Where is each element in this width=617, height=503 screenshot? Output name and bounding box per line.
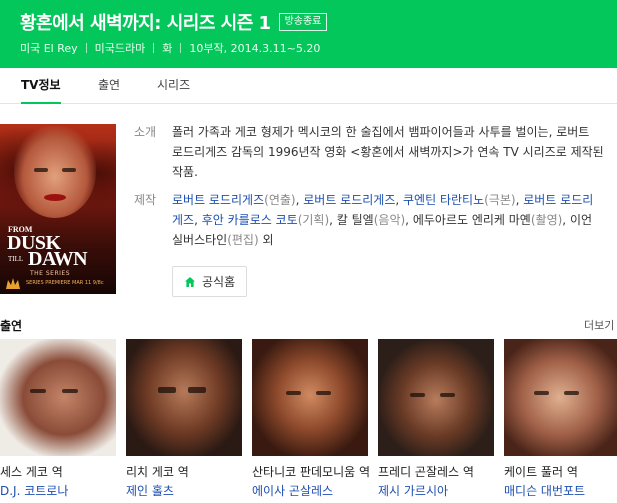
production-separator: 외: [258, 233, 274, 247]
cast-actor-link[interactable]: 에이사 곤살레스: [252, 482, 333, 499]
cast-photo-eye: [158, 387, 176, 393]
poster-till-text: TILL: [8, 255, 24, 263]
page-title[interactable]: 황혼에서 새벽까지: 시리즈 시즌 1: [20, 9, 271, 35]
meta-day: 화: [162, 42, 173, 55]
cast-photo[interactable]: [0, 339, 116, 456]
poster-premiere-text: SERIES PREMIERE MAR 11 9/8c: [26, 280, 104, 286]
poster-dawn-text: DAWN: [28, 248, 88, 270]
production-credit: 로버트 로드리게즈,: [303, 193, 403, 207]
synopsis-label: 소개: [134, 125, 157, 139]
production-separator: ,: [194, 213, 202, 227]
production-separator: ,: [329, 213, 337, 227]
cast-role: 세스 게코 역: [0, 465, 63, 479]
production-person: 에두아르도 엔리케 마옌: [412, 213, 531, 227]
synopsis-text: 폴러 가족과 게코 형제가 멕시코의 한 술집에서 뱀파이어들과 사투를 벌이는…: [172, 125, 604, 179]
cast-photo-eye: [188, 387, 206, 393]
meta-divider: [180, 43, 182, 53]
cast-photo[interactable]: [504, 339, 617, 456]
tab-tv-info[interactable]: TV정보: [21, 68, 61, 104]
poster-lips: [44, 194, 66, 201]
cast-actor-link[interactable]: 제인 홀츠: [126, 482, 174, 499]
cast-section-title: 출연: [0, 319, 23, 333]
cast-photo-eye: [62, 389, 78, 393]
cast-actor-link[interactable]: 제시 가르시아: [378, 482, 448, 499]
cast-photo-eye: [534, 391, 549, 395]
more-link[interactable]: 더보기: [584, 317, 614, 333]
cast-card[interactable]: 산타니코 판데모니움 역 에이사 곤살레스: [252, 339, 370, 503]
cast-actor-link[interactable]: 매디슨 대번포트: [504, 482, 585, 499]
cast-photo-eye: [30, 389, 46, 393]
production-person-link[interactable]: 로버트 로드리게즈: [172, 193, 264, 207]
poster-eye: [34, 168, 48, 172]
poster-image[interactable]: FROM DUSK TILL DAWN THE SERIES SERIES PR…: [0, 124, 116, 294]
official-home-label: 공식홈: [202, 275, 236, 289]
production-role: (기획): [297, 213, 330, 227]
title-row: 황혼에서 새벽까지: 시리즈 시즌 1 방송종료: [20, 9, 328, 35]
production-role: (음악): [373, 213, 406, 227]
production-list: 로버트 로드리게즈(연출), 로버트 로드리게즈, 쿠엔틴 타란티노(극본), …: [172, 190, 604, 250]
production-credit: 쿠엔틴 타란티노(극본),: [403, 193, 523, 207]
cast-photo-eye: [286, 391, 301, 395]
cast-role: 리치 게코 역: [126, 465, 189, 479]
info-section: 소개 폴러 가족과 게코 형제가 멕시코의 한 술집에서 뱀파이어들과 사투를 …: [134, 122, 604, 250]
production-person-link[interactable]: 후안 카를로스 코토: [202, 213, 298, 227]
cast-photo[interactable]: [126, 339, 242, 456]
cast-actor-link[interactable]: D.J. 코트로나: [0, 482, 68, 499]
cast-card[interactable]: 세스 게코 역 D.J. 코트로나: [0, 339, 116, 503]
header: 황혼에서 새벽까지: 시리즈 시즌 1 방송종료 미국 El Rey 미국드라마…: [0, 0, 617, 68]
meta-divider: [153, 43, 155, 53]
production-person-link[interactable]: 쿠엔틴 타란티노: [403, 193, 484, 207]
meta-row: 미국 El Rey 미국드라마 화 10부작, 2014.3.11~5.20: [20, 40, 320, 56]
cast-card[interactable]: 프레디 곤잘레스 역 제시 가르시아: [378, 339, 494, 503]
production-credit: 후안 카를로스 코토(기획),: [202, 213, 337, 227]
cast-photo-eye: [564, 391, 579, 395]
production-credit: 칼 틸엘(음악),: [337, 213, 413, 227]
cast-role: 프레디 곤잘레스 역: [378, 465, 474, 479]
production-role: (편집): [227, 233, 259, 247]
meta-episodes: 10부작, 2014.3.11~5.20: [189, 42, 321, 55]
el-rey-logo-icon: [6, 278, 20, 289]
production-person: 칼 틸엘: [336, 213, 374, 227]
tab-series[interactable]: 시리즈: [157, 68, 190, 104]
production-role: (극본): [484, 193, 516, 207]
meta-channel: 미국 El Rey: [20, 42, 78, 55]
poster-face: [14, 126, 96, 218]
home-icon: [185, 276, 195, 287]
cast-card[interactable]: 리치 게코 역 제인 홀츠: [126, 339, 242, 503]
meta-genre: 미국드라마: [94, 42, 146, 55]
tab-cast[interactable]: 출연: [98, 68, 120, 104]
production-label: 제작: [134, 193, 157, 207]
cast-role: 케이트 풀러 역: [504, 465, 578, 479]
production-separator: ,: [405, 213, 413, 227]
cast-photo[interactable]: [252, 339, 368, 456]
production-separator: ,: [562, 213, 570, 227]
cast-role: 산타니코 판데모니움 역: [252, 465, 371, 479]
tab-bar: TV정보 출연 시리즈: [0, 68, 617, 104]
poster-eye: [62, 168, 76, 172]
status-badge: 방송종료: [278, 13, 328, 31]
production-role: (연출): [264, 193, 296, 207]
production-row: 제작 로버트 로드리게즈(연출), 로버트 로드리게즈, 쿠엔틴 타란티노(극본…: [134, 190, 604, 250]
production-credit: 에두아르도 엔리케 마옌(촬영),: [413, 213, 570, 227]
meta-divider: [85, 43, 87, 53]
cast-photo-eye: [316, 391, 331, 395]
production-person-link[interactable]: 로버트 로드리게즈: [303, 193, 395, 207]
production-credit: 로버트 로드리게즈(연출),: [172, 193, 303, 207]
cast-card[interactable]: 케이트 풀러 역 매디슨 대번포트: [504, 339, 617, 503]
synopsis-row: 소개 폴러 가족과 게코 형제가 멕시코의 한 술집에서 뱀파이어들과 사투를 …: [134, 122, 604, 182]
production-role: (촬영): [530, 213, 563, 227]
cast-photo-eye: [410, 393, 425, 397]
cast-photo-eye: [440, 393, 455, 397]
poster-series-text: THE SERIES: [30, 270, 71, 277]
official-home-button[interactable]: 공식홈: [172, 266, 248, 297]
cast-photo[interactable]: [378, 339, 494, 456]
production-separator: ,: [395, 193, 404, 207]
